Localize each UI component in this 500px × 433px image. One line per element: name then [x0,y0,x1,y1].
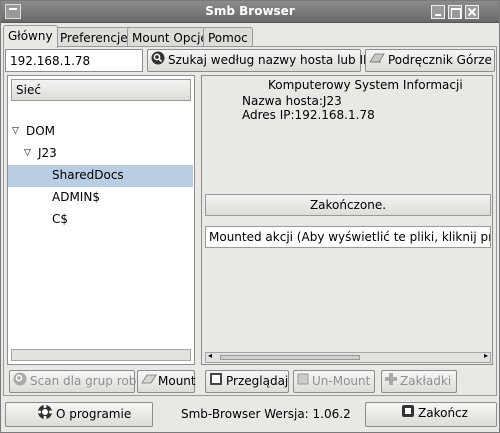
mount-button-label: Mount [158,374,196,388]
tree-item-dom[interactable]: ▽ DOM [8,121,193,143]
add-bookmark-icon [385,373,397,388]
tree-column-header[interactable]: Sieć [11,79,191,101]
unmount-button-label: Un-Mount [312,374,371,388]
tree-item-label: DOM [26,124,56,138]
window-title: Smb Browser [205,4,295,18]
scroll-left-arrow-icon[interactable]: ◂ [208,351,212,360]
about-icon [37,404,53,423]
tree-item-c[interactable]: C$ [8,209,193,231]
expanded-arrow-icon[interactable]: ▽ [12,126,19,136]
handbook-button-label: Podręcznik Górze [388,53,492,67]
tree-item-label: C$ [52,212,69,226]
info-title: Komputerowy System Informacji [268,78,463,92]
scan-button-label: Scan dla grup robo [30,374,144,388]
tree-item-admin[interactable]: ADMIN$ [8,187,193,209]
tree-item-shareddocs[interactable]: SharedDocs [8,165,193,187]
about-button-label: O programie [56,407,132,421]
tab-glowny[interactable]: Główny [3,25,58,48]
search-icon [13,372,27,389]
quit-button[interactable]: Zakończ [365,402,497,427]
search-button[interactable]: Szukaj według nazwy hosta lub IP [147,49,370,72]
scan-workgroup-button[interactable]: Scan dla grup robo [9,370,144,393]
mount-icon [141,373,157,388]
browse-button[interactable]: Przeglądaj [205,370,289,393]
browse-button-label: Przeglądaj [226,374,289,388]
close-icon[interactable] [465,5,479,19]
status-bar: Zakończone. [205,194,491,216]
tree-item-label: J23 [38,146,57,160]
mount-message: Mounted akcji (Aby wyświetlić te pliki, … [205,226,491,248]
info-ip: Adres IP:192.168.1.78 [242,108,375,122]
expanded-arrow-icon[interactable]: ▽ [24,148,31,158]
unmount-button[interactable]: Un-Mount [293,370,375,393]
handbook-button[interactable]: Podręcznik Górze [365,49,495,72]
browse-icon [209,372,223,389]
bookmarks-button[interactable]: Zakładki [381,370,457,393]
about-button[interactable]: O programie [5,402,153,427]
version-label: Smb-Browser Wersja: 1.06.2 [181,407,351,421]
title-bar[interactable]: Smb Browser [1,1,499,23]
maximize-icon[interactable] [448,5,462,19]
mount-button[interactable]: Mount [137,370,196,393]
minimize-icon[interactable] [431,5,445,19]
search-icon [151,51,165,68]
info-hostname: Nazwa hosta:J23 [242,94,342,108]
main-window: Smb Browser Główny Preferencje Mount Opc… [0,0,500,433]
tab-pomoc[interactable]: Pomoc [203,27,253,47]
info-horizontal-scrollbar[interactable]: ◂ ▸ [205,351,491,363]
book-icon [369,52,385,67]
ip-input[interactable]: 192.168.1.78 [5,49,143,72]
scroll-thumb[interactable] [220,355,360,360]
tree-horizontal-scrollbar[interactable] [11,349,191,361]
bookmarks-button-label: Zakładki [400,374,452,388]
info-panel: Komputerowy System Informacji Nazwa host… [201,75,493,365]
tree-item-label: ADMIN$ [52,190,100,204]
search-button-label: Szukaj według nazwy hosta lub IP [168,53,371,67]
tab-preferencje[interactable]: Preferencje [55,27,133,47]
quit-button-label: Zakończ [418,406,468,420]
tree-item-label: SharedDocs [52,168,124,182]
unmount-icon [297,373,309,388]
quit-icon [401,404,415,421]
network-tree: Sieć ▽ DOM ▽ J23 SharedDocs ADMIN$ C$ [7,75,195,365]
scroll-right-arrow-icon[interactable]: ▸ [484,351,488,360]
tree-item-j23[interactable]: ▽ J23 [8,143,193,165]
tab-mount-opcje[interactable]: Mount Opcje [127,27,213,47]
